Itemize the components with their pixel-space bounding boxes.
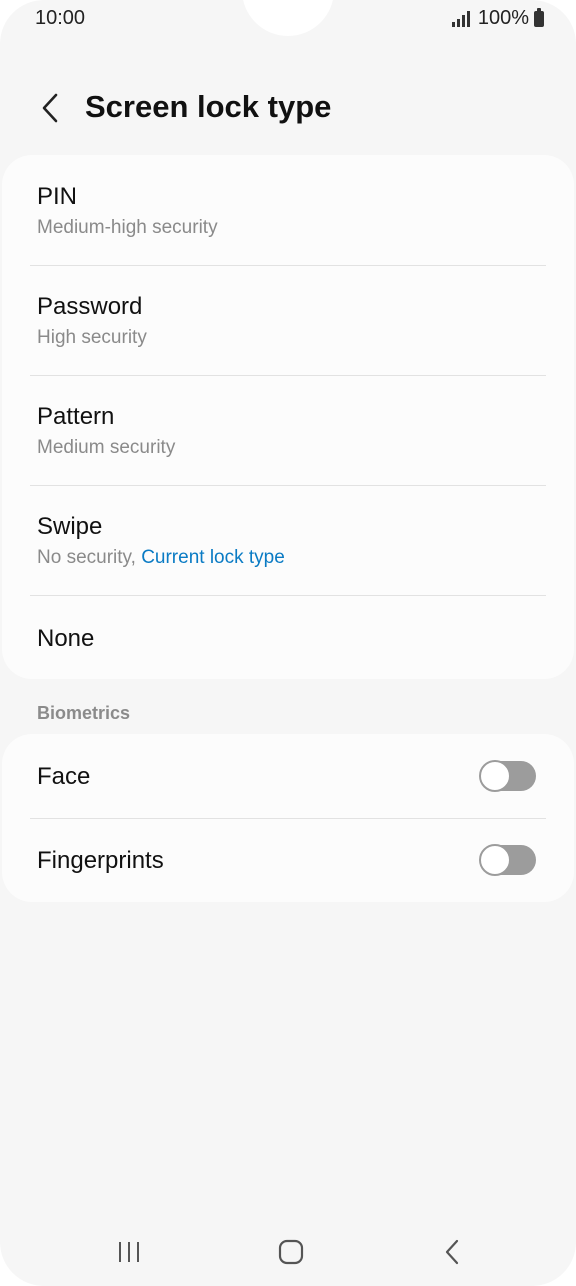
chevron-left-icon <box>42 93 58 123</box>
biometrics-list: Face Fingerprints <box>2 734 574 902</box>
fingerprints-toggle[interactable] <box>479 844 536 876</box>
lock-option-password[interactable]: Password High security <box>2 266 574 375</box>
biometrics-section-label: Biometrics <box>37 703 131 723</box>
lock-type-list: PIN Medium-high security Password High s… <box>2 155 574 679</box>
option-title: Face <box>37 763 91 790</box>
option-title: Fingerprints <box>37 847 164 874</box>
option-title: PIN <box>37 183 78 210</box>
option-subtitle: High security <box>37 327 147 348</box>
back-icon <box>445 1239 459 1265</box>
option-subtitle-text: No security, <box>37 547 142 568</box>
app-header: Screen lock type <box>0 70 576 146</box>
toggle-knob <box>479 760 511 792</box>
lock-option-none[interactable]: None <box>2 596 574 679</box>
lock-option-swipe[interactable]: Swipe No security, Current lock type <box>2 486 574 595</box>
lock-option-pin[interactable]: PIN Medium-high security <box>2 155 574 265</box>
battery-icon <box>534 7 544 27</box>
face-toggle[interactable] <box>479 760 536 792</box>
home-button[interactable] <box>261 1232 321 1272</box>
toggle-knob <box>479 844 511 876</box>
option-title: Pattern <box>37 403 115 430</box>
recent-apps-button[interactable] <box>99 1232 159 1272</box>
home-icon <box>278 1239 304 1265</box>
status-icons: 100% <box>451 7 544 30</box>
biometric-fingerprints[interactable]: Fingerprints <box>2 819 574 902</box>
phone-screen: 10:00 100% Screen lock type PIN Medium-h… <box>0 0 576 1286</box>
recent-apps-icon <box>119 1242 139 1262</box>
option-title: None <box>37 625 95 652</box>
option-title: Password <box>37 293 143 320</box>
status-bar: 10:00 100% <box>0 0 576 40</box>
back-button[interactable] <box>30 86 70 130</box>
option-title: Swipe <box>37 513 103 540</box>
page-title: Screen lock type <box>85 89 332 124</box>
navigation-bar <box>0 1218 576 1284</box>
current-lock-type-label: Current lock type <box>141 547 285 568</box>
option-subtitle: Medium security <box>37 437 176 458</box>
nav-back-button[interactable] <box>422 1232 482 1272</box>
biometric-face[interactable]: Face <box>2 734 574 818</box>
battery-percent: 100% <box>477 7 529 29</box>
lock-option-pattern[interactable]: Pattern Medium security <box>2 376 574 485</box>
option-subtitle: No security, Current lock type <box>37 547 285 569</box>
option-subtitle: Medium-high security <box>37 217 218 238</box>
status-time: 10:00 <box>35 7 86 29</box>
signal-icon <box>451 10 472 27</box>
